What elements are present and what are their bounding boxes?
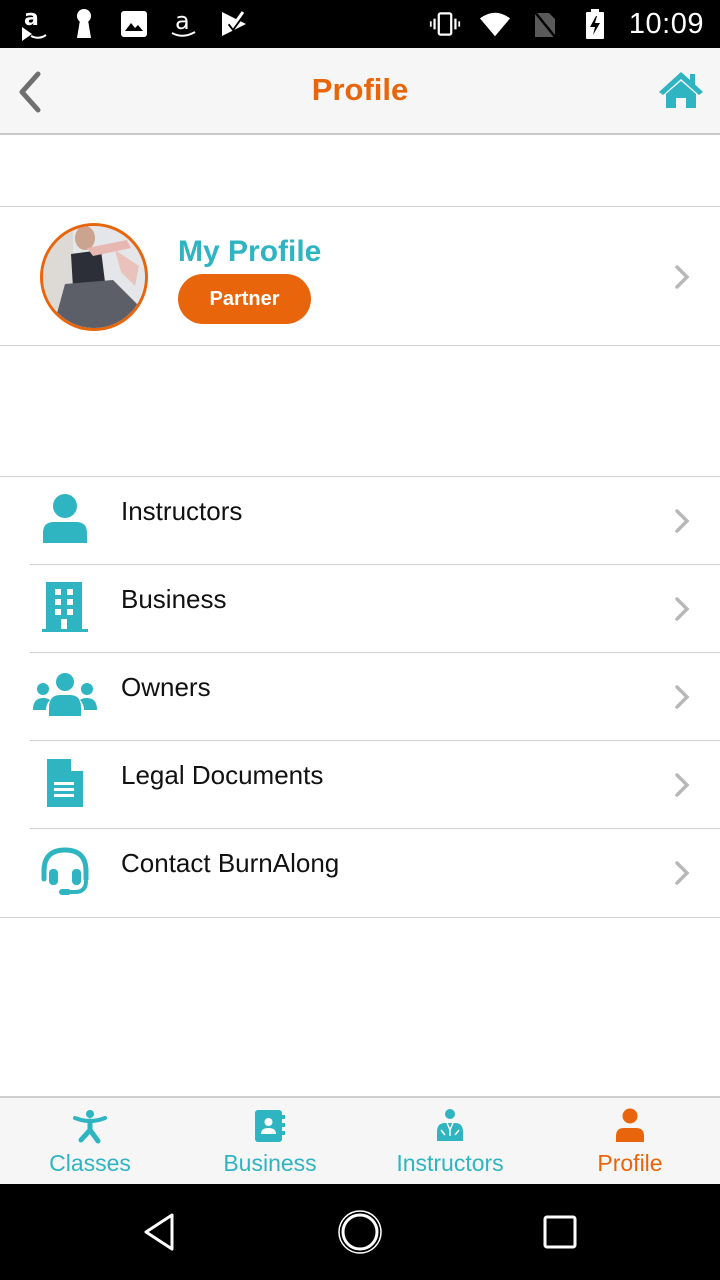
- group-icon: [30, 667, 100, 723]
- tab-label: Classes: [49, 1150, 131, 1176]
- chevron-right-icon: [672, 771, 692, 799]
- image-icon: [118, 8, 150, 40]
- document-icon: [30, 755, 100, 811]
- back-triangle-icon: [144, 1213, 174, 1251]
- menu-item-contact-burnalong[interactable]: Contact BurnAlong: [0, 829, 720, 917]
- chevron-right-icon: [672, 263, 692, 291]
- avatar: [40, 223, 148, 331]
- no-sim-icon: [529, 8, 561, 40]
- menu-label: Business: [121, 584, 227, 614]
- clock: 10:09: [628, 7, 704, 40]
- system-recents-button[interactable]: [536, 1208, 584, 1256]
- partner-badge: Partner: [178, 274, 311, 324]
- menu-label: Contact BurnAlong: [121, 848, 340, 878]
- menu-item-business[interactable]: Business: [0, 565, 720, 653]
- bottom-nav: Classes Business Instructors Profile: [0, 1096, 720, 1184]
- menu-label: Instructors: [121, 496, 243, 526]
- page-title: Profile: [311, 72, 409, 107]
- exercise-figure-icon: [0, 1106, 180, 1146]
- person-icon: [30, 491, 100, 547]
- recents-square-icon: [543, 1215, 577, 1249]
- tab-label: Business: [223, 1150, 317, 1176]
- system-home-button[interactable]: [336, 1208, 384, 1256]
- chevron-right-icon: [672, 507, 692, 535]
- system-navigation-bar: [0, 1184, 720, 1280]
- building-icon: [30, 579, 100, 635]
- system-back-button[interactable]: [136, 1208, 184, 1256]
- wifi-icon: [479, 8, 511, 40]
- contact-book-icon: [180, 1106, 360, 1146]
- tab-profile[interactable]: Profile: [540, 1098, 720, 1184]
- home-icon: [659, 72, 703, 108]
- tab-instructors[interactable]: Instructors: [360, 1098, 540, 1184]
- tab-business[interactable]: Business: [180, 1098, 360, 1184]
- tab-label: Profile: [597, 1150, 663, 1176]
- home-button[interactable]: [656, 68, 706, 112]
- home-circle-icon: [338, 1210, 382, 1254]
- menu-item-owners[interactable]: Owners: [0, 653, 720, 741]
- menu-item-legal-documents[interactable]: Legal Documents: [0, 741, 720, 829]
- tab-label: Instructors: [396, 1150, 504, 1176]
- svg-text:a: a: [24, 7, 39, 31]
- prime-check-icon: [218, 8, 250, 40]
- chevron-right-icon: [672, 683, 692, 711]
- person-icon: [540, 1106, 720, 1146]
- chevron-right-icon: [672, 595, 692, 623]
- keyhole-icon: [68, 8, 100, 40]
- battery-charging-icon: [579, 8, 611, 40]
- app-bar: Profile: [0, 48, 720, 135]
- menu-label: Owners: [121, 672, 211, 702]
- profile-name: My Profile: [178, 235, 322, 268]
- amazon-prime-video-icon: a: [18, 7, 50, 41]
- menu-item-instructors[interactable]: Instructors: [0, 477, 720, 565]
- amazon-icon: a: [168, 8, 200, 40]
- status-bar: a a 10:09: [0, 0, 720, 48]
- chevron-right-icon: [672, 859, 692, 887]
- headset-icon: [30, 843, 100, 899]
- svg-text:a: a: [175, 8, 190, 35]
- menu-list: Instructors Business Owners Legal Docume…: [0, 476, 720, 918]
- instructor-icon: [360, 1106, 540, 1146]
- tab-classes[interactable]: Classes: [0, 1098, 180, 1184]
- menu-label: Legal Documents: [121, 760, 324, 790]
- my-profile-row[interactable]: My Profile Partner: [0, 206, 720, 346]
- vibrate-icon: [429, 8, 461, 40]
